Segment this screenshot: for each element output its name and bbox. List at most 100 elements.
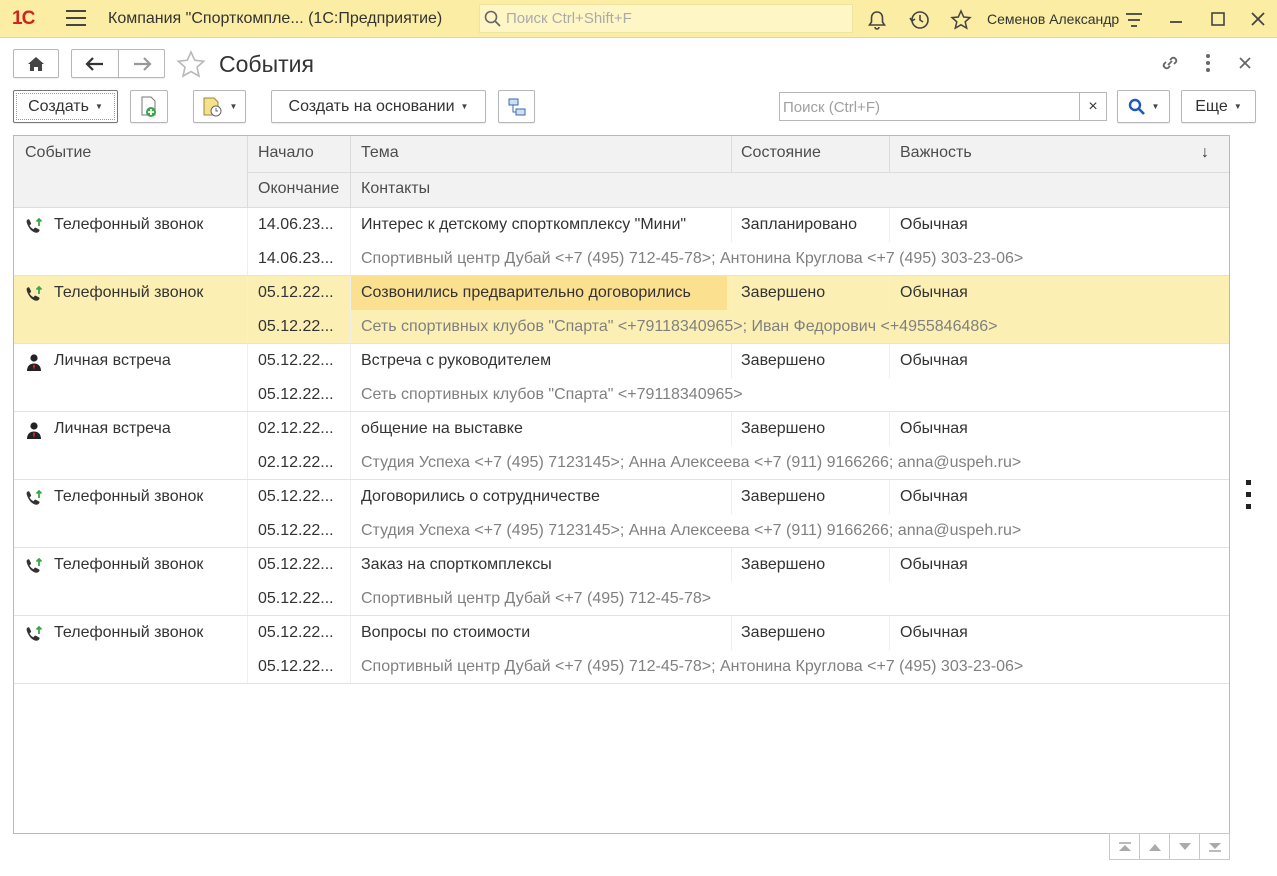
form-close-icon[interactable] bbox=[1236, 54, 1254, 72]
subject: Созвонились предварительно договорились bbox=[351, 276, 727, 310]
phone-call-icon bbox=[24, 285, 44, 303]
state: Завершено bbox=[741, 284, 826, 301]
importance: Обычная bbox=[900, 488, 968, 505]
event-type: Личная встреча bbox=[54, 420, 171, 437]
table-row[interactable]: Телефонный звонок 05.12.22... 05.12.22... С… bbox=[14, 276, 1229, 344]
person-meeting-icon bbox=[24, 421, 44, 439]
structure-icon bbox=[508, 98, 525, 115]
table-row[interactable]: Телефонный звонок 05.12.22... 05.12.22... В… bbox=[14, 616, 1229, 684]
page-title: События bbox=[219, 51, 314, 77]
state: Завершено bbox=[741, 624, 826, 641]
sort-descending-icon[interactable]: ↓ bbox=[1201, 144, 1209, 162]
close-icon[interactable] bbox=[1248, 9, 1268, 29]
phone-call-icon bbox=[24, 557, 44, 575]
chevron-down-icon: ▼ bbox=[1151, 102, 1160, 111]
importance: Обычная bbox=[900, 284, 968, 301]
create-button[interactable]: Создать ▼ bbox=[13, 90, 118, 123]
more-button-label: Еще bbox=[1195, 97, 1228, 115]
scroll-down-button[interactable] bbox=[1169, 833, 1200, 860]
importance: Обычная bbox=[900, 216, 968, 233]
chevron-down-icon: ▼ bbox=[1233, 102, 1242, 111]
table-row[interactable]: Личная встреча 05.12.22... 05.12.22... Встр… bbox=[14, 344, 1229, 412]
chevron-down-icon: ▼ bbox=[460, 102, 469, 111]
create-based-on-button[interactable]: Создать на основании ▼ bbox=[271, 90, 486, 123]
state: Завершено bbox=[741, 556, 826, 573]
subject: Интерес к детскому спорткомплексу "Мини" bbox=[361, 216, 687, 233]
column-header-importance[interactable]: Важность bbox=[900, 144, 972, 162]
home-button[interactable] bbox=[13, 49, 59, 78]
end-date: 14.06.23... bbox=[258, 250, 334, 267]
start-date: 14.06.23... bbox=[258, 216, 334, 233]
contacts: Спортивный центр Дубай <+7 (495) 712-45-… bbox=[361, 658, 1024, 675]
app-logo[interactable]: 1С bbox=[12, 8, 35, 30]
list-search-input[interactable]: Поиск (Ctrl+F) bbox=[779, 92, 1080, 121]
importance: Обычная bbox=[900, 420, 968, 437]
history-icon[interactable] bbox=[908, 9, 930, 31]
start-date: 05.12.22... bbox=[258, 624, 334, 641]
bell-icon[interactable] bbox=[866, 9, 888, 31]
events-table[interactable]: Событие Начало Окончание Тема Контакты С… bbox=[13, 135, 1230, 834]
maximize-icon[interactable] bbox=[1208, 9, 1228, 29]
column-header-subject[interactable]: Тема bbox=[361, 144, 399, 162]
contacts: Студия Успеха <+7 (495) 7123145>; Анна А… bbox=[361, 454, 1022, 471]
user-name[interactable]: Семенов Александр bbox=[987, 11, 1119, 27]
column-header-start[interactable]: Начало bbox=[258, 144, 314, 162]
document-clock-icon bbox=[203, 97, 222, 116]
phone-call-icon bbox=[24, 489, 44, 507]
chevron-down-icon: ▼ bbox=[229, 102, 238, 111]
search-clear-button[interactable]: × bbox=[1079, 92, 1107, 121]
end-date: 05.12.22... bbox=[258, 318, 334, 335]
global-search-input[interactable]: Поиск Ctrl+Shift+F bbox=[479, 4, 853, 33]
end-date: 05.12.22... bbox=[258, 522, 334, 539]
panel-resize-handle[interactable] bbox=[1246, 480, 1252, 516]
importance: Обычная bbox=[900, 556, 968, 573]
list-search-placeholder: Поиск (Ctrl+F) bbox=[783, 99, 880, 116]
more-button[interactable]: Еще ▼ bbox=[1181, 90, 1256, 123]
app-topbar: 1С Компания "Спорткомпле... (1С:Предприя… bbox=[0, 0, 1277, 38]
add-copy-icon bbox=[141, 96, 156, 117]
start-date: 05.12.22... bbox=[258, 556, 334, 573]
contacts: Спортивный центр Дубай <+7 (495) 712-45-… bbox=[361, 590, 712, 607]
state: Запланировано bbox=[741, 216, 857, 233]
back-button[interactable] bbox=[71, 49, 119, 78]
state: Завершено bbox=[741, 352, 826, 369]
create-button-label: Создать bbox=[28, 97, 89, 115]
arrow-right-icon bbox=[133, 56, 152, 71]
table-row[interactable]: Телефонный звонок 05.12.22... 05.12.22... Д… bbox=[14, 480, 1229, 548]
minimize-icon[interactable] bbox=[1166, 9, 1186, 29]
search-button[interactable]: ▼ bbox=[1117, 90, 1170, 123]
favorite-star-icon[interactable] bbox=[176, 50, 206, 80]
subject: Договорились о сотрудничестве bbox=[361, 488, 600, 505]
scroll-top-button[interactable] bbox=[1109, 833, 1140, 860]
column-header-event[interactable]: Событие bbox=[25, 144, 91, 162]
column-header-state[interactable]: Состояние bbox=[741, 144, 821, 162]
contacts: Спортивный центр Дубай <+7 (495) 712-45-… bbox=[361, 250, 1024, 267]
scroll-bottom-button[interactable] bbox=[1199, 833, 1230, 860]
table-row[interactable]: Личная встреча 02.12.22... 02.12.22... обще… bbox=[14, 412, 1229, 480]
subject: Встреча с руководителем bbox=[361, 352, 552, 369]
subject: общение на выставке bbox=[361, 420, 523, 437]
structure-button[interactable] bbox=[498, 90, 535, 123]
state: Завершено bbox=[741, 420, 826, 437]
end-date: 05.12.22... bbox=[258, 658, 334, 675]
contacts: Студия Успеха <+7 (495) 7123145>; Анна А… bbox=[361, 522, 1022, 539]
column-header-contacts[interactable]: Контакты bbox=[361, 180, 430, 198]
phone-call-icon bbox=[24, 625, 44, 643]
forward-button[interactable] bbox=[118, 49, 165, 78]
scroll-up-button[interactable] bbox=[1139, 833, 1170, 860]
copy-button[interactable] bbox=[130, 90, 168, 123]
arrow-left-icon bbox=[85, 56, 103, 71]
clear-icon: × bbox=[1088, 97, 1098, 115]
star-icon[interactable] bbox=[950, 9, 972, 31]
table-row[interactable]: Телефонный звонок 14.06.23... 14.06.23... И… bbox=[14, 208, 1229, 276]
end-date: 05.12.22... bbox=[258, 590, 334, 607]
column-header-end[interactable]: Окончание bbox=[258, 180, 339, 198]
event-type: Телефонный звонок bbox=[54, 284, 204, 301]
state: Завершено bbox=[741, 488, 826, 505]
more-vertical-icon[interactable] bbox=[1200, 52, 1216, 74]
table-row[interactable]: Телефонный звонок 05.12.22... 05.12.22... З… bbox=[14, 548, 1229, 616]
report-button[interactable]: ▼ bbox=[193, 90, 246, 123]
settings-icon[interactable] bbox=[1123, 9, 1145, 31]
menu-icon[interactable] bbox=[66, 10, 86, 28]
link-icon[interactable] bbox=[1159, 52, 1181, 74]
